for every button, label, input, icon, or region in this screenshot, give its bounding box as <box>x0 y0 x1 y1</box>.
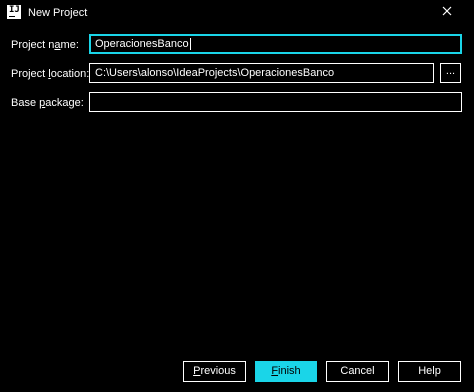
base-package-label: Base package: <box>11 97 84 109</box>
project-name-label: Project name: <box>11 39 79 51</box>
finish-button[interactable]: Finish <box>255 361 317 382</box>
base-package-input[interactable] <box>89 92 462 112</box>
title-bar: IJ New Project <box>0 0 474 26</box>
project-location-value: C:\Users\alonso\IdeaProjects\Operaciones… <box>95 67 335 79</box>
text-caret <box>189 38 191 51</box>
project-name-input[interactable]: OperacionesBanco <box>89 34 462 54</box>
project-location-label: Project location: <box>11 68 90 80</box>
close-icon[interactable] <box>440 4 454 18</box>
new-project-dialog: IJ New Project Project name: Operaciones… <box>0 0 474 392</box>
window-title: New Project <box>28 7 88 19</box>
intellij-idea-icon: IJ <box>7 5 21 19</box>
cancel-button[interactable]: Cancel <box>326 361 389 382</box>
project-name-value: OperacionesBanco <box>95 38 189 50</box>
browse-button[interactable]: ... <box>440 63 461 83</box>
previous-button[interactable]: Previous <box>183 361 246 382</box>
help-button[interactable]: Help <box>398 361 461 382</box>
project-location-input[interactable]: C:\Users\alonso\IdeaProjects\Operaciones… <box>89 63 434 83</box>
